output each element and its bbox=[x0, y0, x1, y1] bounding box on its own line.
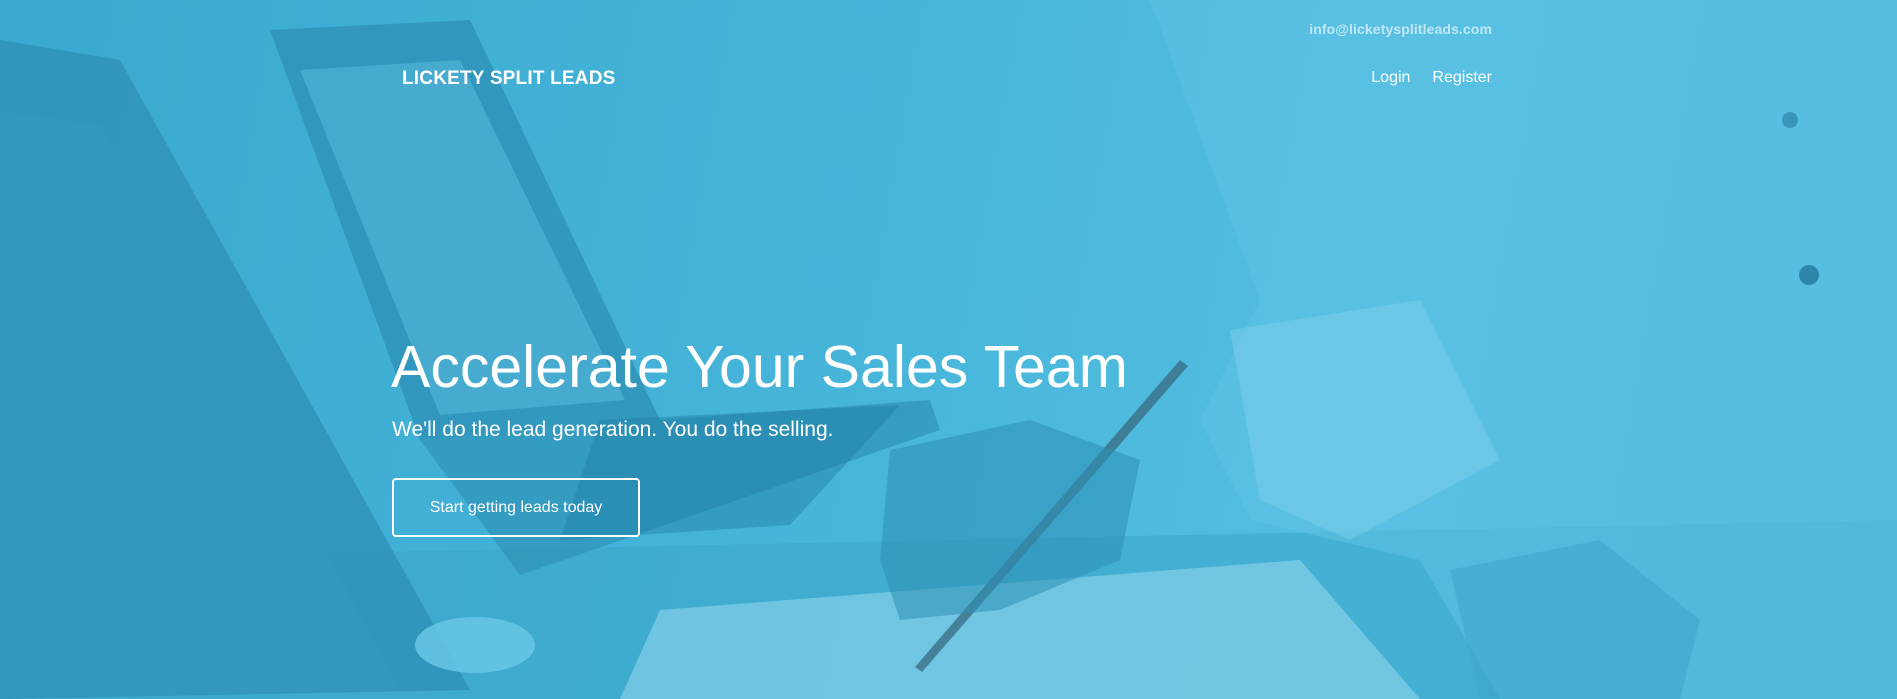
contact-email[interactable]: info@licketysplitleads.com bbox=[1309, 21, 1492, 37]
hero-subheadline: We'll do the lead generation. You do the… bbox=[392, 418, 834, 441]
hero-headline: Accelerate Your Sales Team bbox=[391, 334, 1128, 400]
brand-logo-text[interactable]: LICKETY SPLIT LEADS bbox=[402, 68, 616, 90]
top-nav: Login Register bbox=[1371, 69, 1492, 87]
register-link[interactable]: Register bbox=[1432, 69, 1492, 87]
start-getting-leads-button[interactable]: Start getting leads today bbox=[392, 478, 640, 537]
login-link[interactable]: Login bbox=[1371, 69, 1410, 87]
hero-section: info@licketysplitleads.com LICKETY SPLIT… bbox=[0, 0, 1897, 699]
